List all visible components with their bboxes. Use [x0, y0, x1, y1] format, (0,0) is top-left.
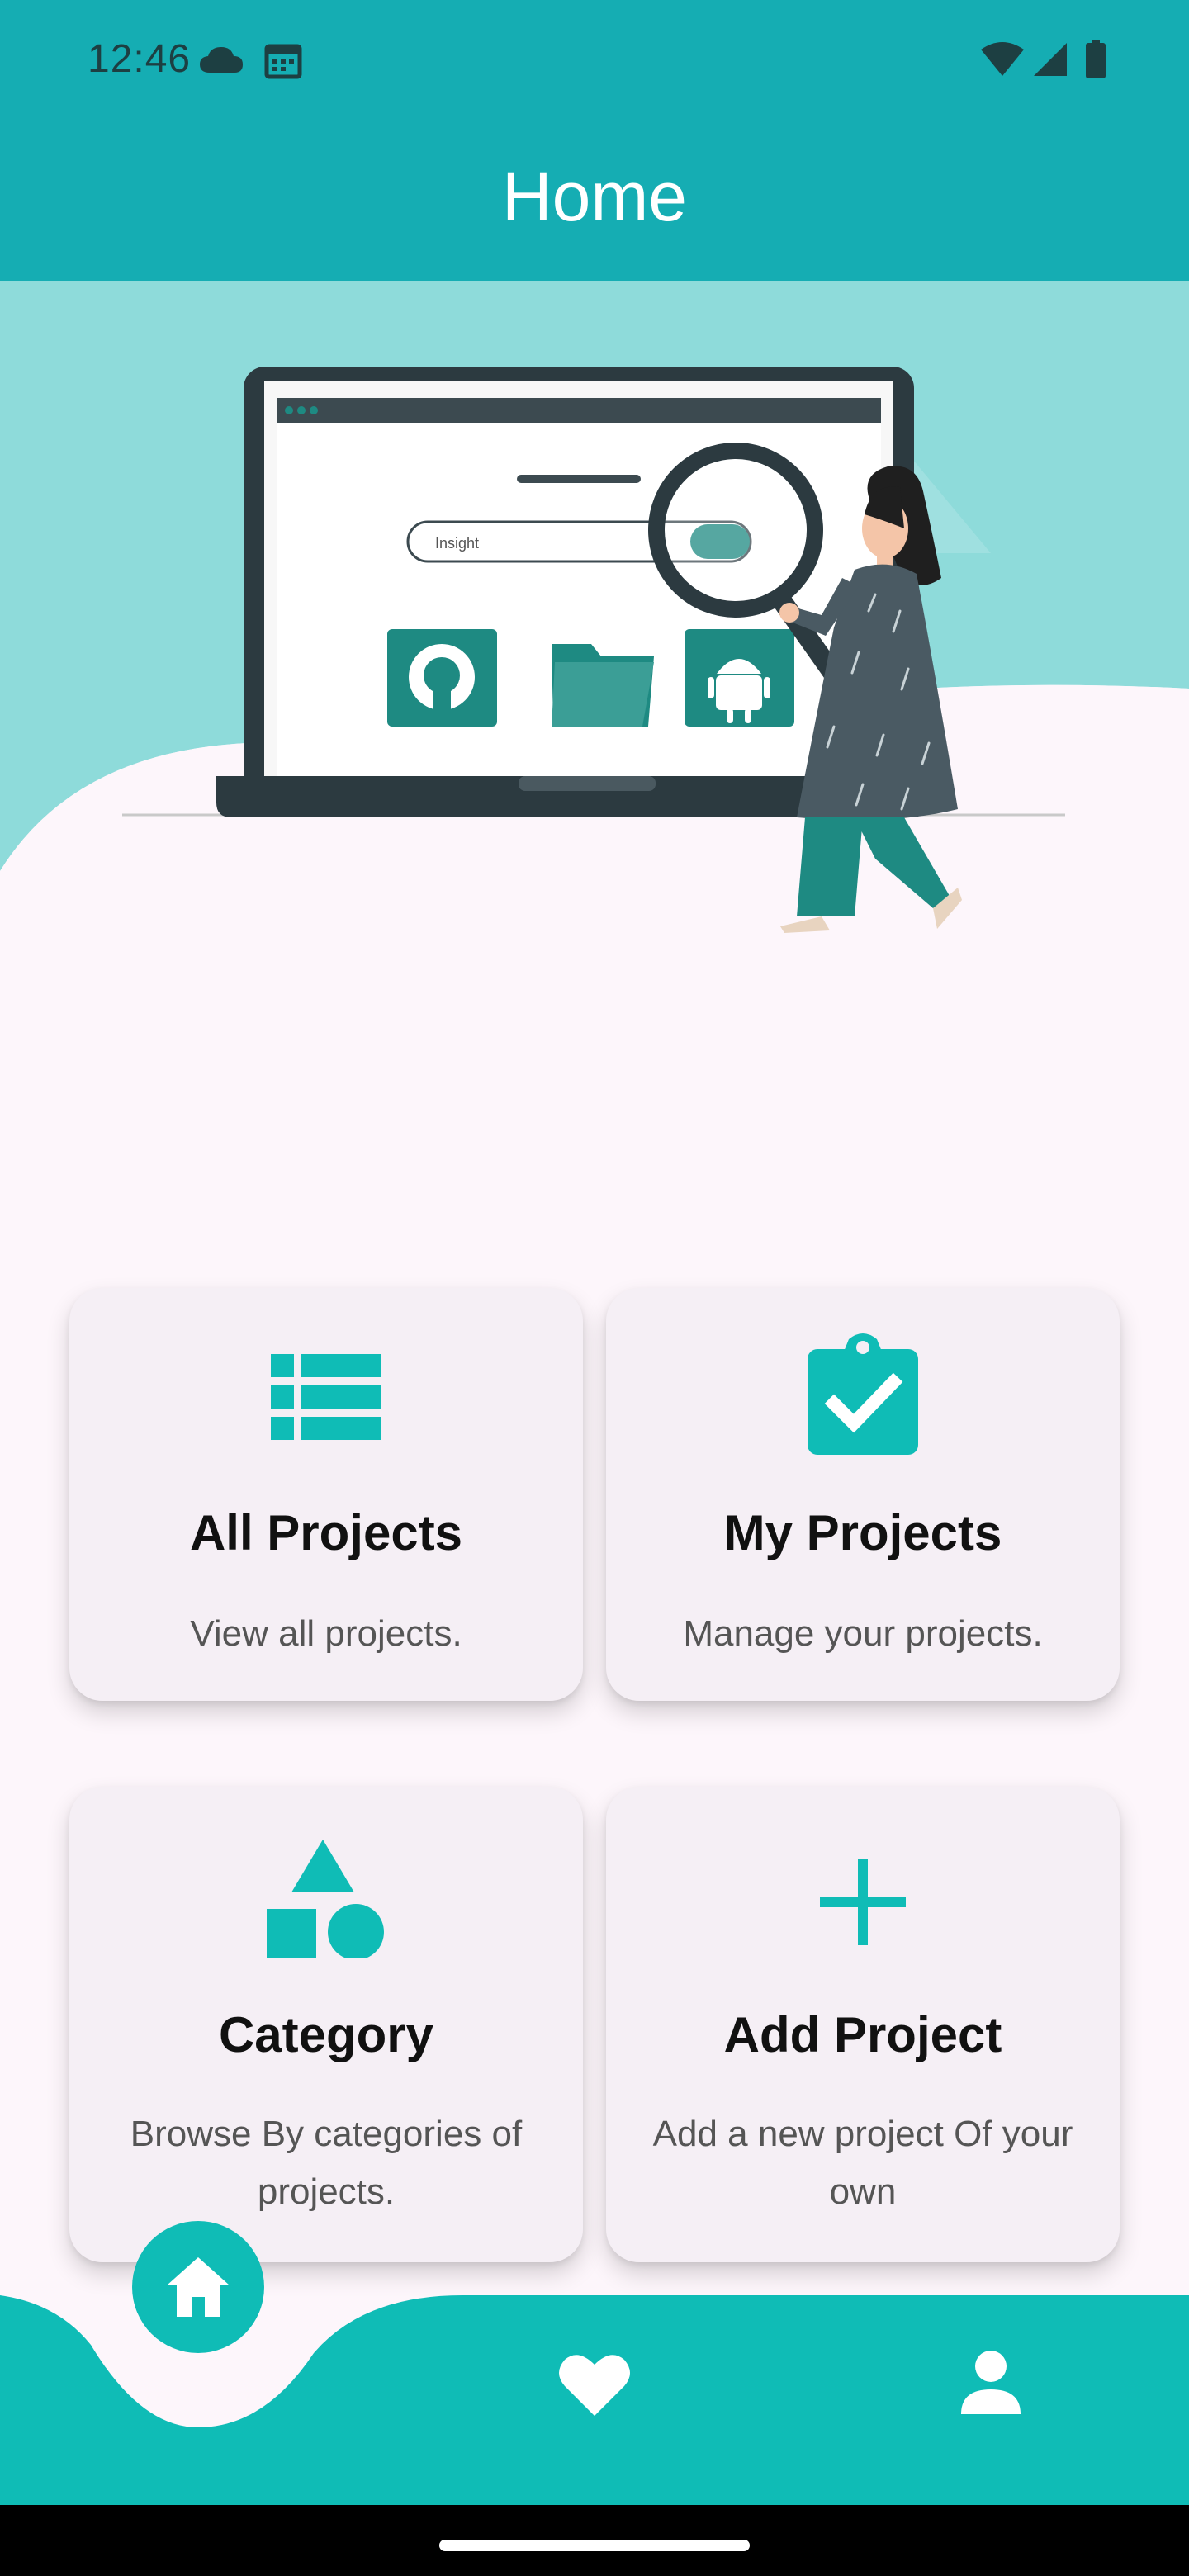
my-projects-card[interactable]: My Projects Manage your projects. [606, 1288, 1120, 1701]
list-icon [271, 1354, 381, 1440]
nav-home-button[interactable] [132, 2221, 264, 2353]
person-icon [961, 2351, 1021, 2414]
bottom-navigation [0, 2221, 1189, 2505]
shapes-icon [267, 1840, 384, 1958]
card-title: My Projects [723, 1505, 1002, 1560]
card-title: Add Project [723, 2007, 1002, 2062]
calendar-icon [264, 44, 302, 79]
heart-icon [559, 2355, 630, 2416]
card-description: Manage your projects. [683, 1613, 1043, 1654]
clipboard-check-icon [808, 1333, 918, 1455]
add-project-card[interactable]: Add Project Add a new project Of your ow… [606, 1787, 1120, 2262]
status-bar: 12:46 [0, 0, 1189, 119]
all-projects-card[interactable]: All Projects View all projects. [69, 1288, 583, 1701]
gesture-home-pill[interactable] [439, 2540, 750, 2551]
card-title: All Projects [189, 1505, 463, 1560]
status-time: 12:46 [88, 37, 192, 81]
signal-icon [1034, 43, 1067, 76]
card-title: Category [218, 2007, 434, 2062]
wifi-icon [981, 42, 1024, 76]
app-bar: Home [0, 119, 1189, 281]
system-navigation-bar [0, 2505, 1189, 2576]
hero-illustration: Insight [0, 281, 1189, 1288]
battery-icon [1086, 40, 1106, 78]
search-text: Insight [435, 535, 479, 552]
nav-profile-button[interactable] [941, 2335, 1040, 2434]
nav-favorites-button[interactable] [545, 2335, 644, 2434]
card-description: View all projects. [190, 1613, 462, 1654]
plus-icon [820, 1859, 906, 1945]
page-title: Home [501, 158, 688, 235]
card-description: Add a new project Of your own [652, 2114, 1073, 2212]
cloud-icon [200, 47, 243, 73]
category-card[interactable]: Category Browse By categories of project… [69, 1787, 583, 2262]
card-description: Browse By categories of projects. [130, 2114, 523, 2212]
home-icon [167, 2257, 230, 2317]
